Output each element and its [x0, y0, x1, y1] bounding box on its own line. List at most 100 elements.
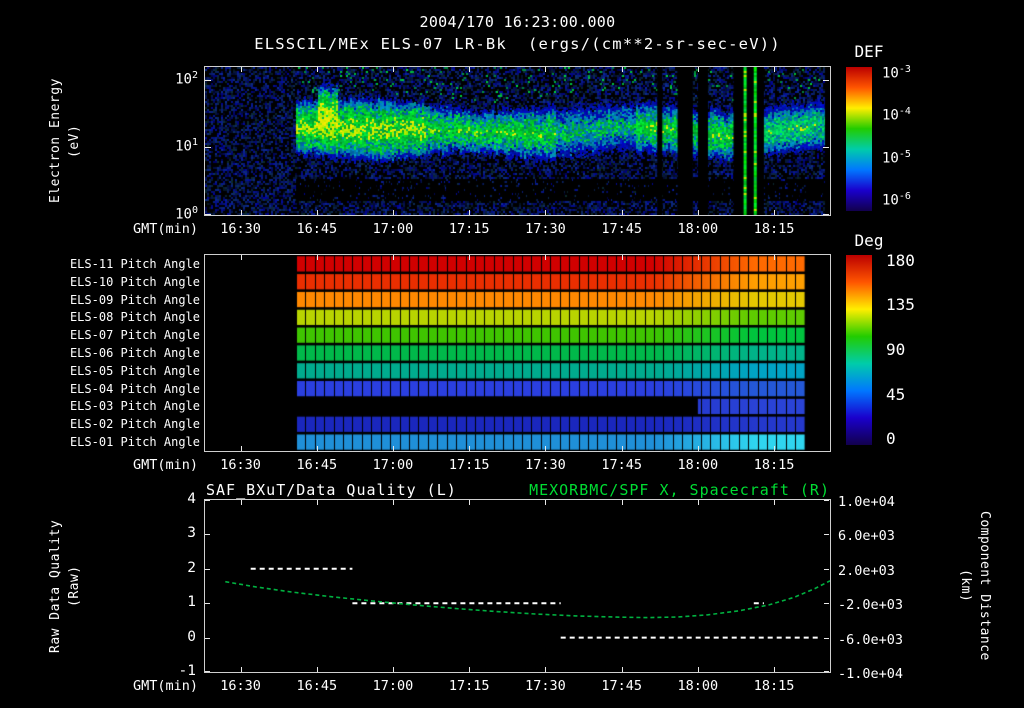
axis-tick-mark — [621, 210, 623, 215]
time-tick-label: 17:45 — [601, 221, 642, 237]
distance-tick-label: 6.0e+03 — [838, 528, 895, 545]
time-tick-label: 17:00 — [372, 457, 414, 473]
axis-tick-mark — [545, 446, 547, 451]
axis-tick-mark — [824, 568, 829, 570]
deg-colorbar-title: Deg — [854, 231, 884, 250]
axis-tick-mark — [240, 67, 242, 72]
axis-tick-mark — [205, 568, 210, 570]
pitch-row-label: ELS-04 Pitch Angle — [69, 381, 200, 396]
axis-tick-mark — [316, 255, 318, 260]
deg-colorbar-tick-label: 135 — [886, 295, 915, 315]
lineplot-left-axis-label: Raw Data Quality (Raw) — [46, 500, 84, 672]
lineplot-title-right: MEXORBMC/SPF X, Spacecraft (R) — [529, 481, 830, 499]
time-tick-label: 17:15 — [448, 678, 490, 694]
axis-tick-mark — [774, 210, 776, 215]
axis-tick-mark — [824, 534, 829, 536]
time-tick-label: 16:45 — [296, 457, 338, 473]
deg-colorbar — [846, 255, 872, 445]
energy-tick-label: 101 — [175, 137, 198, 155]
axis-tick-mark — [545, 500, 547, 505]
energy-spectrogram-canvas — [205, 67, 830, 215]
axis-tick-mark — [205, 637, 210, 639]
time-tick-label: 18:15 — [753, 678, 795, 694]
axis-tick-mark — [697, 255, 699, 260]
quality-tick-label: 0 — [187, 628, 196, 645]
axis-tick-mark — [469, 500, 471, 505]
time-tick-label: 17:30 — [525, 678, 566, 694]
axis-tick-mark — [240, 446, 242, 451]
axis-tick-mark — [393, 446, 394, 451]
flux-colorbar-tick-label: 10-3 — [882, 64, 911, 83]
axis-tick-mark — [205, 500, 210, 501]
energy-tick-label: 100 — [175, 205, 198, 223]
axis-tick-mark — [205, 603, 210, 605]
axis-tick-mark — [621, 667, 623, 672]
axis-tick-mark — [240, 255, 242, 260]
deg-colorbar-tick-label: 90 — [886, 340, 906, 359]
axis-tick-mark — [393, 500, 394, 505]
deg-colorbar-tick-label: 45 — [886, 384, 906, 404]
quality-tick-label: 2 — [187, 559, 196, 576]
time-tick-label: 17:30 — [525, 221, 566, 237]
axis-tick-mark — [824, 637, 829, 639]
time-tick-label: 17:15 — [448, 457, 490, 473]
lineplot-right-axis-label-line1: Component Distance — [977, 511, 992, 661]
axis-tick-mark — [823, 147, 829, 149]
axis-tick-mark — [545, 255, 547, 260]
time-tick-label: 17:00 — [372, 221, 414, 237]
axis-tick-mark — [240, 500, 242, 505]
time-tick-label: 16:45 — [296, 678, 338, 694]
pitch-row-label: ELS-10 Pitch Angle — [69, 274, 200, 289]
flux-colorbar — [846, 67, 872, 211]
axis-tick-mark — [824, 603, 829, 605]
pitch-angle-canvas — [205, 255, 830, 451]
pitch-row-label: ELS-05 Pitch Angle — [69, 363, 200, 378]
pitch-row-label: ELS-07 Pitch Angle — [69, 328, 200, 343]
axis-tick-mark — [469, 667, 471, 672]
lineplot-left-axis-label-line2: (Raw) — [67, 565, 82, 607]
axis-tick-mark — [697, 67, 699, 72]
axis-tick-mark — [774, 500, 776, 505]
flux-colorbar-tick-label: 10-5 — [882, 148, 911, 167]
axis-tick-mark — [823, 80, 829, 82]
flux-colorbar-title: DEF — [854, 42, 884, 61]
time-tick-label: 17:15 — [448, 221, 490, 237]
gmt-axis-label-3: GMT(min) — [132, 678, 198, 694]
axis-tick-mark — [621, 446, 623, 451]
timestamp-title: 2004/170 16:23:00.000 — [419, 13, 616, 31]
time-tick-label: 18:00 — [677, 678, 719, 694]
pitch-row-label: ELS-06 Pitch Angle — [69, 346, 200, 360]
deg-colorbar-tick-label: 180 — [886, 250, 915, 270]
axis-tick-mark — [205, 534, 210, 536]
time-tick-label: 16:30 — [220, 221, 261, 237]
time-tick-label: 18:00 — [677, 221, 719, 237]
axis-tick-mark — [393, 255, 394, 260]
gmt-axis-label-2: GMT(min) — [132, 457, 198, 473]
distance-tick-label: 2.0e+03 — [838, 562, 895, 579]
axis-tick-mark — [316, 210, 318, 215]
time-tick-label: 18:15 — [753, 221, 795, 237]
axis-tick-mark — [393, 210, 394, 215]
axis-tick-mark — [621, 67, 623, 72]
axis-tick-mark — [393, 67, 394, 72]
time-tick-label: 18:15 — [753, 457, 795, 473]
quality-tick-label: 1 — [187, 594, 196, 611]
axis-tick-mark — [205, 671, 210, 672]
lineplot-canvas — [225, 567, 830, 639]
distance-tick-label: 1.0e+04 — [838, 494, 895, 510]
axis-tick-mark — [774, 446, 776, 451]
axis-tick-mark — [774, 667, 776, 672]
axis-tick-mark — [205, 214, 211, 215]
axis-tick-mark — [316, 667, 318, 672]
gmt-axis-label-1: GMT(min) — [132, 221, 198, 237]
pitch-row-label: ELS-11 Pitch Angle — [69, 256, 200, 271]
distance-tick-label: -6.0e+03 — [838, 631, 904, 648]
axis-tick-mark — [393, 667, 394, 672]
axis-tick-mark — [240, 210, 242, 215]
flux-colorbar-tick-label: 10-6 — [882, 191, 911, 209]
axis-tick-mark — [545, 667, 547, 672]
axis-tick-mark — [469, 67, 471, 72]
quality-tick-label: 3 — [187, 525, 196, 542]
axis-tick-mark — [697, 500, 699, 505]
deg-colorbar-tick-label: 0 — [886, 429, 896, 449]
